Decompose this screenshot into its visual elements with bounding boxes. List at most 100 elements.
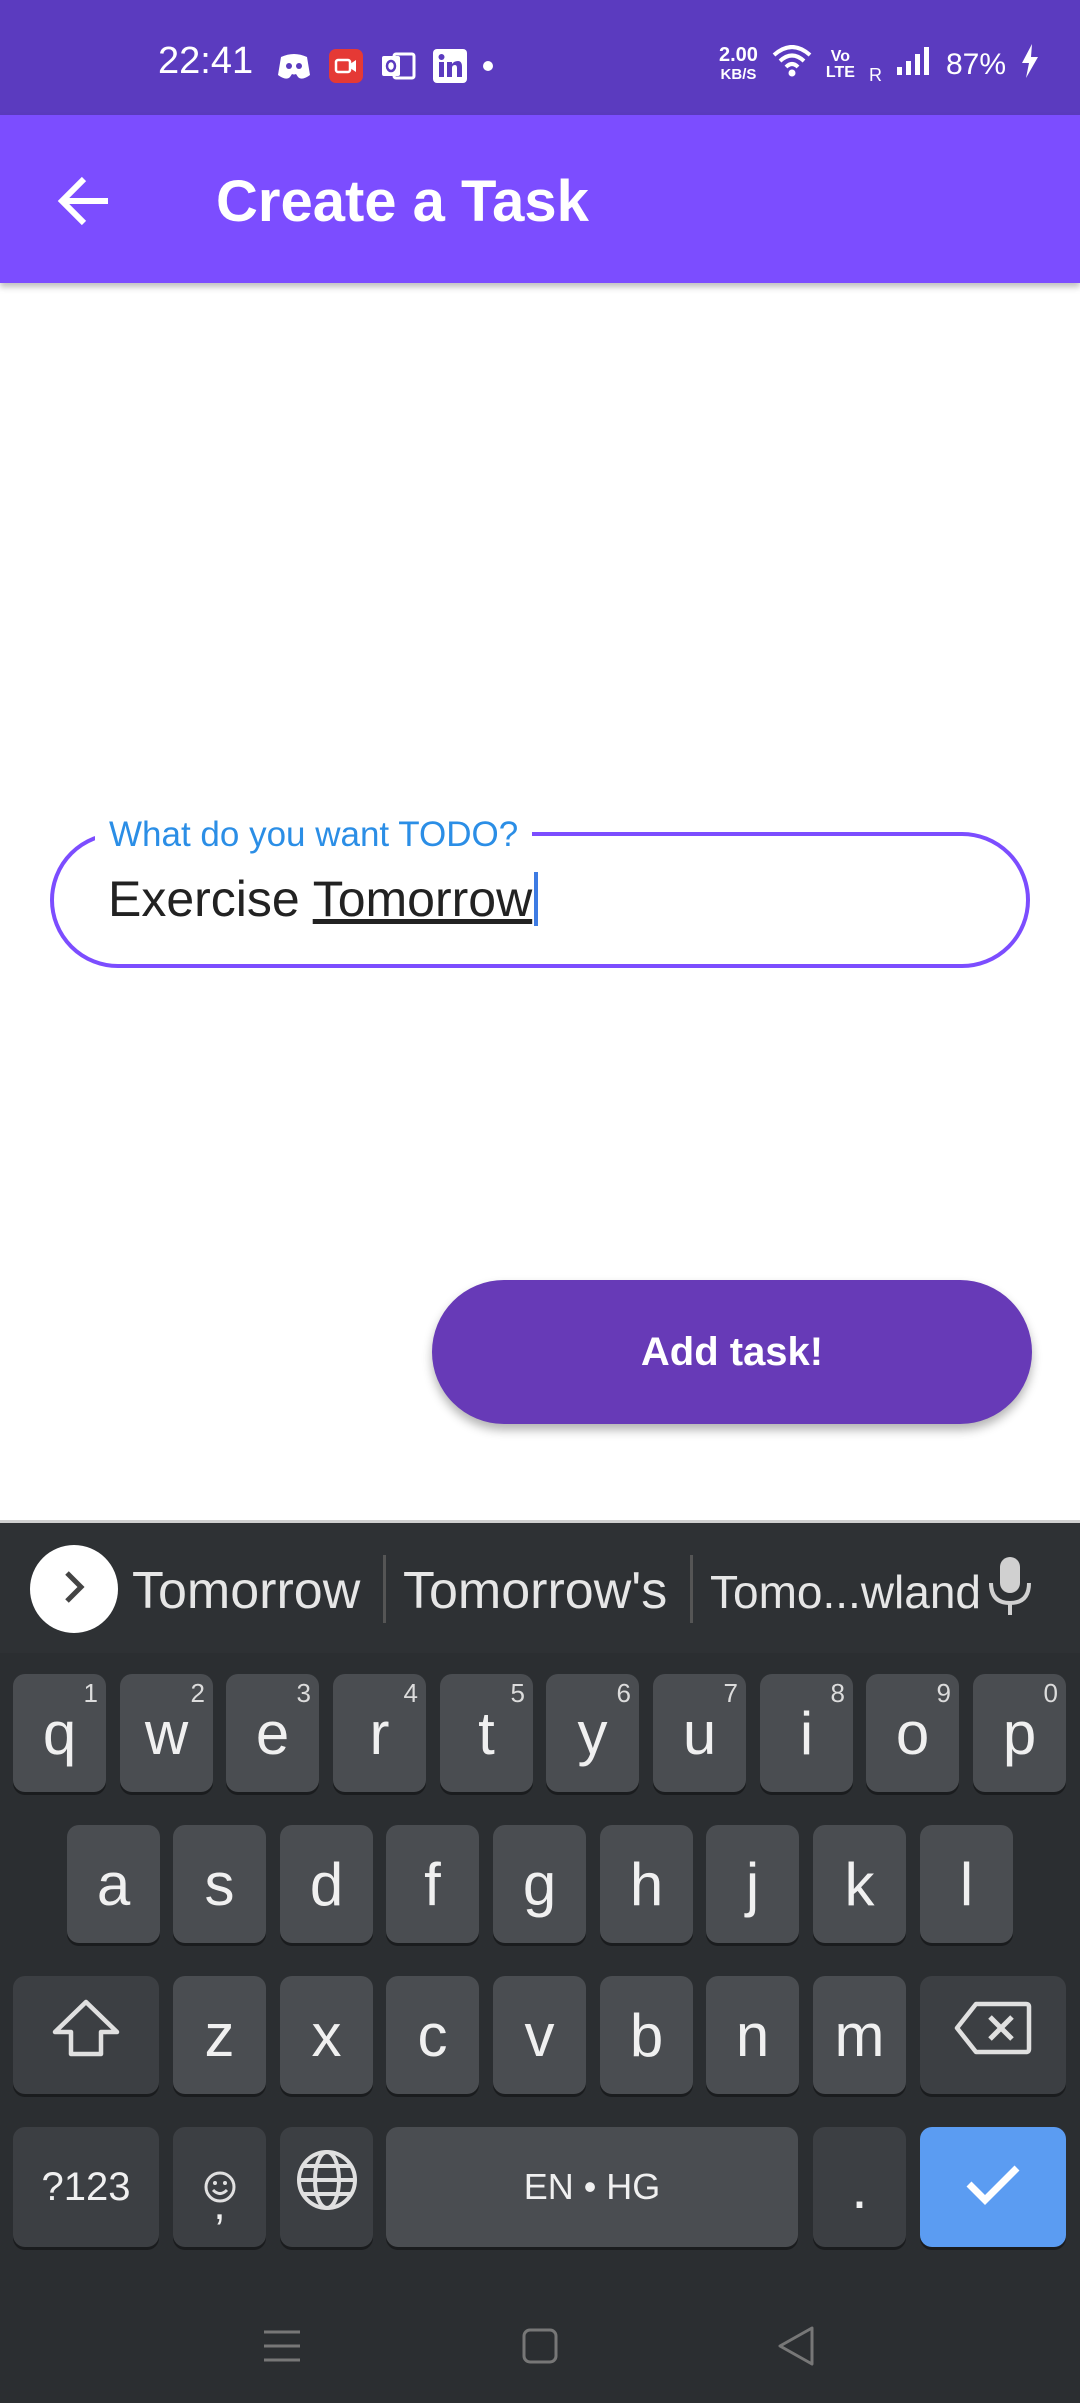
checkmark-icon — [963, 2153, 1023, 2222]
key-number-hint: 1 — [83, 1678, 98, 1708]
home-icon — [520, 2326, 560, 2371]
language-key[interactable] — [280, 2127, 373, 2247]
key-a[interactable]: a — [67, 1825, 160, 1943]
key-l[interactable]: l — [920, 1825, 1013, 1943]
net-speed-value: 2.00 — [718, 44, 758, 66]
key-number-hint: 6 — [616, 1678, 631, 1708]
home-button[interactable] — [510, 2318, 570, 2378]
recent-apps-icon — [262, 2328, 302, 2369]
suggestion-3[interactable]: Tomo...wland — [710, 1565, 981, 1619]
emoji-comma-key[interactable]: , — [173, 2127, 266, 2247]
key-number-hint: 5 — [510, 1678, 525, 1708]
keyboard-expand-button[interactable] — [30, 1545, 118, 1633]
comma-label: , — [213, 2180, 226, 2229]
voice-input-button[interactable] — [980, 1553, 1040, 1623]
wifi-icon — [772, 45, 812, 85]
period-key[interactable]: . — [813, 2127, 906, 2247]
net-speed: 2.00 KB/S — [719, 45, 758, 85]
key-number-hint: 3 — [296, 1678, 311, 1708]
key-w[interactable]: w2 — [120, 1674, 213, 1792]
key-i[interactable]: i8 — [760, 1674, 853, 1792]
signal-icon — [896, 45, 932, 85]
key-letter: e — [255, 1699, 290, 1767]
volte-top: Vo — [830, 48, 851, 65]
key-k[interactable]: k — [813, 1825, 906, 1943]
space-key[interactable]: EN • HG — [386, 2127, 798, 2247]
shift-key[interactable] — [13, 1976, 159, 2094]
discord-icon — [275, 47, 313, 85]
status-bar: 22:41 2.00 KB/S Vo LTE R 87% — [0, 0, 1080, 115]
volte-bottom: LTE — [825, 64, 855, 81]
recent-apps-button[interactable] — [252, 2318, 312, 2378]
key-x[interactable]: x — [280, 1976, 373, 2094]
task-input-value-composing: Tomorrow — [312, 871, 533, 927]
suggestion-strip: Tomorrow Tomorrow's Tomo...wland — [0, 1523, 1080, 1653]
key-g[interactable]: g — [493, 1825, 586, 1943]
key-letter: r — [369, 1699, 390, 1767]
key-p[interactable]: p0 — [973, 1674, 1066, 1792]
key-e[interactable]: e3 — [226, 1674, 319, 1792]
key-number-hint: 8 — [830, 1678, 845, 1708]
key-letter: q — [42, 1699, 77, 1767]
key-s[interactable]: s — [173, 1825, 266, 1943]
key-letter: y — [577, 1699, 608, 1767]
task-input-label: What do you want TODO? — [95, 815, 533, 855]
back-triangle-icon — [776, 2324, 816, 2373]
outlook-icon — [379, 47, 417, 85]
nav-back-button[interactable] — [766, 2318, 826, 2378]
key-d[interactable]: d — [280, 1825, 373, 1943]
key-number-hint: 9 — [936, 1678, 951, 1708]
key-number-hint: 4 — [403, 1678, 418, 1708]
key-h[interactable]: h — [600, 1825, 693, 1943]
text-caret — [534, 872, 539, 926]
suggestion-2[interactable]: Tomorrow's — [403, 1561, 667, 1621]
back-button[interactable] — [44, 163, 124, 243]
key-c[interactable]: c — [386, 1976, 479, 2094]
symbols-key[interactable]: ?123 — [13, 2127, 159, 2247]
key-u[interactable]: u7 — [653, 1674, 746, 1792]
backspace-key[interactable] — [920, 1976, 1066, 2094]
key-j[interactable]: j — [706, 1825, 799, 1943]
enter-key[interactable] — [920, 2127, 1066, 2247]
key-q[interactable]: q1 — [13, 1674, 106, 1792]
volte-indicator: Vo LTE — [826, 49, 855, 81]
app-bar: Create a Task — [0, 115, 1080, 283]
key-y[interactable]: y6 — [546, 1674, 639, 1792]
arrow-left-icon — [56, 176, 112, 231]
battery-level: 87% — [945, 48, 1006, 81]
key-v[interactable]: v — [493, 1976, 586, 2094]
shift-arrow-icon — [51, 1998, 121, 2072]
key-n[interactable]: n — [706, 1976, 799, 2094]
key-number-hint: 7 — [723, 1678, 738, 1708]
globe-icon — [295, 2148, 359, 2226]
page-title: Create a Task — [216, 169, 589, 234]
more-dot-icon — [483, 61, 493, 71]
key-r[interactable]: r4 — [333, 1674, 426, 1792]
key-t[interactable]: t5 — [440, 1674, 533, 1792]
suggestion-divider — [383, 1555, 386, 1623]
key-letter: i — [799, 1699, 814, 1767]
linkedin-icon — [431, 47, 469, 85]
key-number-hint: 0 — [1043, 1678, 1058, 1708]
suggestion-1[interactable]: Tomorrow — [132, 1561, 360, 1621]
roaming-indicator: R — [868, 65, 882, 85]
key-f[interactable]: f — [386, 1825, 479, 1943]
charging-icon — [1020, 44, 1040, 86]
key-letter: w — [144, 1699, 189, 1767]
add-task-button[interactable]: Add task! — [432, 1280, 1032, 1424]
key-letter: p — [1002, 1699, 1037, 1767]
key-m[interactable]: m — [813, 1976, 906, 2094]
task-input-value[interactable]: Exercise Tomorrow — [108, 870, 539, 928]
key-o[interactable]: o9 — [866, 1674, 959, 1792]
net-speed-unit: KB/S — [720, 66, 757, 83]
key-letter: t — [478, 1699, 495, 1767]
suggestion-divider — [690, 1555, 693, 1623]
status-system-icons: 2.00 KB/S Vo LTE R 87% — [719, 44, 1040, 86]
key-number-hint: 2 — [190, 1678, 205, 1708]
backspace-icon — [954, 2000, 1032, 2070]
chevron-right-icon — [59, 1567, 89, 1612]
key-z[interactable]: z — [173, 1976, 266, 2094]
status-notification-icons — [275, 47, 493, 85]
key-b[interactable]: b — [600, 1976, 693, 2094]
on-screen-keyboard: Tomorrow Tomorrow's Tomo...wland q1 w2 e… — [0, 1520, 1080, 2403]
